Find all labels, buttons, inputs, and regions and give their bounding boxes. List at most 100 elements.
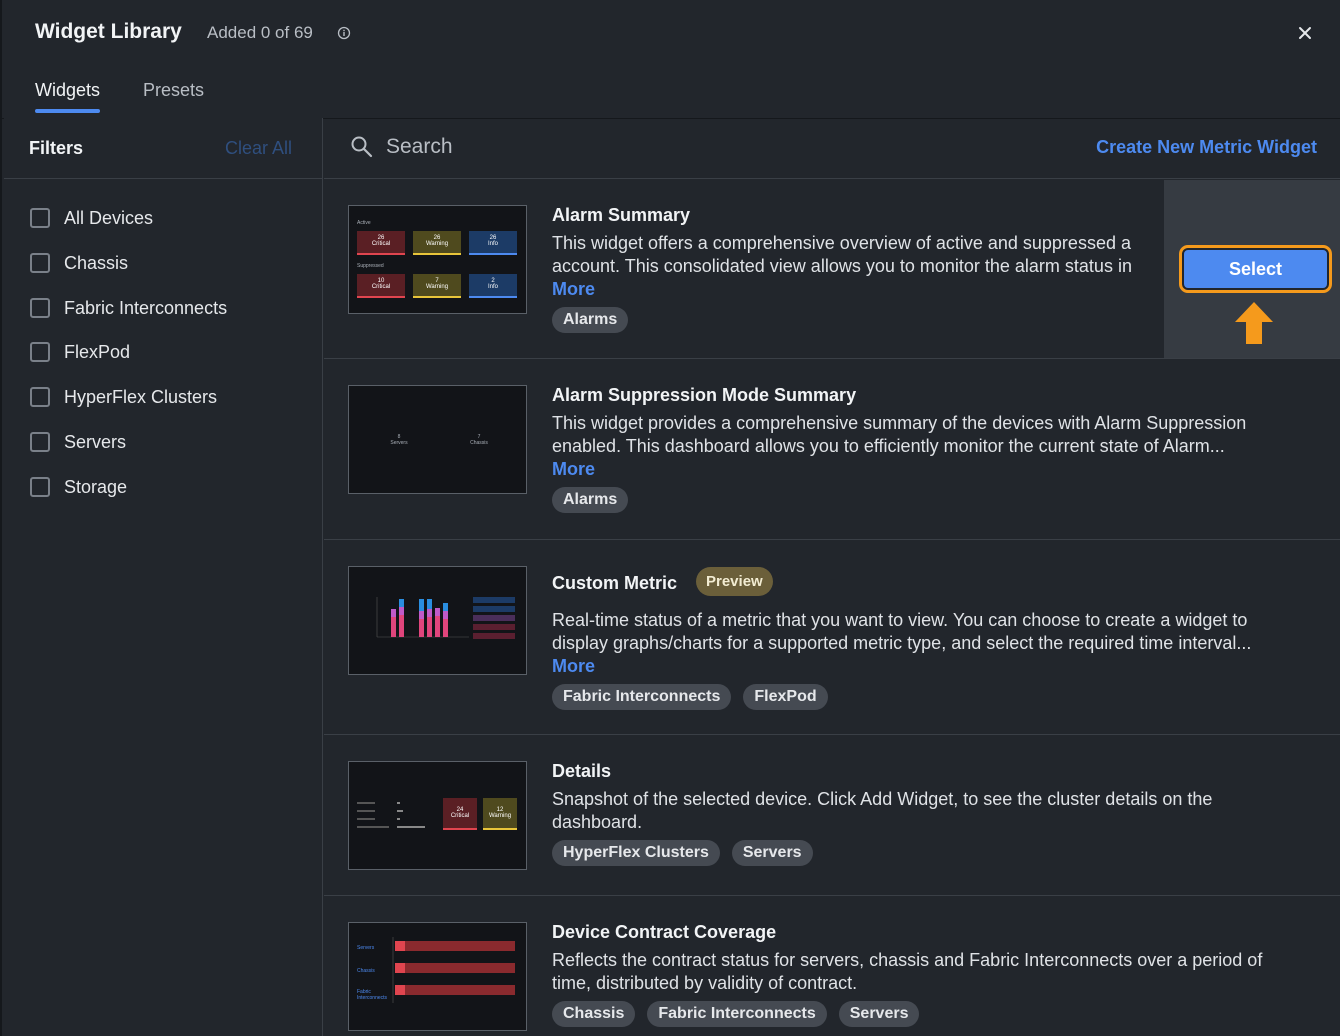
widget-title: Custom Metric — [552, 573, 678, 593]
filter-all-devices[interactable]: All Devices — [30, 205, 153, 231]
thumb-tile: 24 Critical — [443, 798, 477, 830]
tag-list: Chassis Fabric Interconnects Servers — [552, 1001, 920, 1027]
filter-flexpod[interactable]: FlexPod — [30, 339, 130, 365]
filters-heading: Filters — [29, 138, 84, 158]
widget-library-panel: Widget Library Added 0 of 69 Widgets Pre… — [0, 0, 1340, 1036]
thumb-text: Warning — [488, 813, 512, 819]
filter-label: Chassis — [64, 252, 129, 273]
select-zone: Select — [1164, 180, 1340, 358]
thumb-tile: 10 Critical — [357, 274, 405, 298]
tag: Servers — [731, 840, 813, 866]
thumb-tile: 12 Warning — [483, 798, 517, 830]
filter-hyperflex-clusters[interactable]: HyperFlex Clusters — [30, 384, 217, 410]
create-new-metric-widget-link[interactable]: Create New Metric Widget — [1096, 137, 1317, 158]
search-icon — [351, 136, 373, 158]
thumb-tile: 7 Warning — [413, 274, 461, 298]
widget-row-alarm-suppression[interactable]: 8 Servers 7 Chassis Alarm Suppression Mode… — [324, 359, 1340, 540]
tag: Alarms — [552, 487, 629, 513]
added-count: Added 0 of 69 — [207, 23, 313, 42]
thumb-text: Chassis — [470, 440, 488, 446]
widget-title: Device Contract Coverage — [552, 922, 777, 942]
widget-description: account. This consolidated view allows y… — [552, 256, 1132, 276]
thumb-text: Critical — [371, 284, 391, 290]
widget-description: display graphs/charts for a supported me… — [552, 633, 1252, 653]
select-button[interactable]: Select — [1179, 245, 1332, 293]
thumb-text: Suppressed — [357, 263, 384, 269]
tag: Fabric Interconnects — [647, 1001, 827, 1027]
thumb-tile: 26 Warning — [413, 231, 461, 255]
widget-description: This widget offers a comprehensive overv… — [552, 233, 1131, 253]
tag: Chassis — [552, 1001, 636, 1027]
checkbox[interactable] — [30, 298, 50, 318]
filter-servers[interactable]: Servers — [30, 429, 126, 455]
contract-bars — [392, 937, 515, 1003]
filter-label: HyperFlex Clusters — [64, 386, 218, 407]
filter-storage[interactable]: Storage — [30, 474, 127, 500]
thumb-text: 8 Servers — [389, 434, 409, 446]
header: Widget Library Added 0 of 69 — [2, 0, 1340, 66]
filter-chassis[interactable]: Chassis — [30, 250, 128, 276]
more-link[interactable]: More — [552, 459, 595, 480]
tag: HyperFlex Clusters — [552, 840, 720, 866]
widget-row-details[interactable]: 24 Critical 12 Warning Details Snapshot of… — [324, 735, 1340, 896]
widget-description: enabled. This dashboard allows you to ef… — [552, 436, 1225, 456]
thumb-text: Warning — [425, 284, 449, 290]
page-title: Widget Library — [35, 20, 182, 43]
custom-metric-preview — [376, 597, 515, 639]
thumb-text: Info — [487, 284, 498, 290]
tag: Servers — [838, 1001, 920, 1027]
search-bar: Create New Metric Widget — [324, 118, 1340, 179]
thumb-text: Fabric Interconnects — [357, 989, 388, 1001]
checkbox[interactable] — [30, 477, 50, 497]
checkbox[interactable] — [30, 253, 50, 273]
more-link[interactable]: More — [552, 656, 595, 677]
thumb-text: Critical — [371, 241, 391, 247]
widget-row-device-contract-coverage[interactable]: Servers Chassis Fabric Interconnects Dev… — [324, 896, 1340, 1036]
search-input[interactable] — [386, 132, 986, 162]
more-link[interactable]: More — [552, 279, 595, 300]
widget-title: Alarm Suppression Mode Summary — [552, 385, 857, 405]
tab-bar: Widgets Presets — [2, 70, 1340, 118]
checkbox[interactable] — [30, 432, 50, 452]
thumb-text: Info — [487, 241, 498, 247]
tag-list: Alarms — [552, 307, 629, 333]
tab-presets[interactable]: Presets — [143, 80, 204, 113]
checkbox[interactable] — [30, 342, 50, 362]
tag-list: Alarms — [552, 487, 629, 513]
tab-widgets[interactable]: Widgets — [35, 80, 101, 113]
filter-fabric-interconnects[interactable]: Fabric Interconnects — [30, 295, 227, 321]
thumb-tile: 2 Info — [469, 274, 517, 298]
divider — [4, 178, 322, 179]
widget-title: Details — [552, 761, 612, 781]
widget-description: Reflects the contract status for servers… — [552, 950, 1263, 970]
thumb-text: Warning — [425, 241, 449, 247]
thumb-text: Servers — [390, 440, 408, 446]
thumb-text: 7 Chassis — [469, 434, 489, 446]
info-icon[interactable] — [337, 26, 351, 40]
widget-description: dashboard. — [552, 812, 643, 832]
filter-label: All Devices — [64, 207, 154, 228]
filters-sidebar: Filters Clear All All Devices Chassis Fa… — [4, 118, 323, 1036]
arrow-up-icon — [1235, 302, 1273, 344]
thumb-text: Active — [357, 220, 371, 226]
widget-list: Active 26 Critical 26 Warning 26 Info Suppr… — [324, 180, 1340, 1036]
filter-label: Storage — [64, 476, 128, 497]
widget-thumbnail: Servers Chassis Fabric Interconnects — [348, 922, 527, 1031]
checkbox[interactable] — [30, 387, 50, 407]
close-icon[interactable] — [1294, 22, 1316, 44]
checkbox[interactable] — [30, 208, 50, 228]
widget-thumbnail — [348, 566, 527, 675]
widget-row-custom-metric[interactable]: Custom Metric Preview Real-time status o… — [324, 540, 1340, 735]
widget-thumbnail: Active 26 Critical 26 Warning 26 Info Suppr… — [348, 205, 527, 314]
widget-description: Snapshot of the selected device. Click A… — [552, 789, 1213, 809]
widget-thumbnail: 24 Critical 12 Warning — [348, 761, 527, 870]
clear-all-button[interactable]: Clear All — [225, 138, 292, 159]
thumb-text: Chassis — [357, 968, 375, 974]
widget-row-alarm-summary[interactable]: Active 26 Critical 26 Warning 26 Info Suppr… — [324, 180, 1340, 359]
widget-description: Real-time status of a metric that you wa… — [552, 610, 1248, 630]
widget-thumbnail: 8 Servers 7 Chassis — [348, 385, 527, 494]
widget-title: Alarm Summary — [552, 205, 691, 225]
thumb-text: Critical — [450, 813, 470, 819]
widget-description: This widget provides a comprehensive sum… — [552, 413, 1247, 433]
tag: Alarms — [552, 307, 629, 333]
